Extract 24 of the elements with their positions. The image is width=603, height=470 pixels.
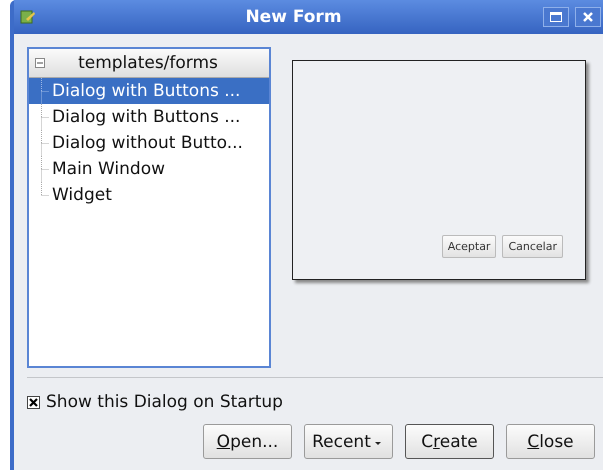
preview-button[interactable]: Cancelar bbox=[502, 235, 563, 258]
dialog-button[interactable]: Close bbox=[506, 424, 595, 459]
collapse-icon[interactable] bbox=[35, 58, 45, 68]
close-button[interactable] bbox=[575, 7, 601, 27]
template-item[interactable]: Widget bbox=[29, 182, 269, 208]
tree-line-icon bbox=[41, 130, 50, 156]
maximize-button[interactable] bbox=[543, 7, 569, 27]
tree-line-icon bbox=[41, 78, 50, 104]
checkbox-label[interactable]: Show this Dialog on Startup bbox=[46, 392, 283, 412]
maximize-icon bbox=[550, 12, 562, 22]
dialog-button[interactable]: Recent bbox=[304, 424, 393, 459]
window-title: New Form bbox=[244, 7, 343, 27]
template-item[interactable]: Dialog with Buttons ... bbox=[29, 104, 269, 130]
checkbox[interactable] bbox=[27, 396, 40, 408]
template-item[interactable]: Dialog with Buttons ... bbox=[29, 78, 269, 104]
tree-header: templates/forms bbox=[77, 53, 219, 73]
close-icon bbox=[583, 12, 593, 22]
dialog-button[interactable]: Open... bbox=[203, 424, 292, 459]
app-icon bbox=[20, 9, 36, 25]
template-item[interactable]: Main Window bbox=[29, 156, 269, 182]
dialog-button[interactable]: Create bbox=[405, 424, 494, 459]
template-item[interactable]: Dialog without Butto... bbox=[29, 130, 269, 156]
tree-line-icon bbox=[41, 104, 50, 130]
preview-button[interactable]: Aceptar bbox=[442, 235, 496, 258]
